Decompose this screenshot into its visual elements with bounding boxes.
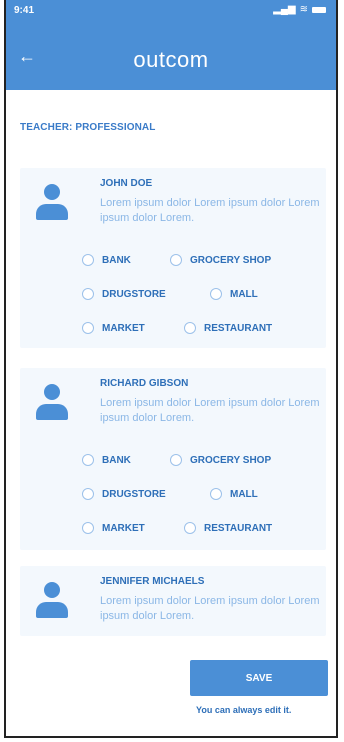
phone-screen: 9:41 ▂▄▆ ≋ ← outcom TEACHER: PROFESSIONA…: [4, 0, 338, 738]
option-market[interactable]: MARKET: [82, 522, 145, 534]
option-label: DRUGSTORE: [102, 488, 166, 500]
radio-icon[interactable]: [82, 454, 94, 466]
option-label: MARKET: [102, 322, 145, 334]
option-mall[interactable]: MALL: [210, 288, 258, 300]
option-market[interactable]: MARKET: [82, 322, 145, 334]
radio-icon[interactable]: [184, 522, 196, 534]
student-card: RICHARD GIBSON Lorem ipsum dolor Lorem i…: [20, 368, 326, 550]
radio-icon[interactable]: [210, 288, 222, 300]
option-drugstore[interactable]: DRUGSTORE: [82, 288, 166, 300]
section-label: TEACHER: PROFESSIONAL: [20, 122, 156, 133]
student-description: Lorem ipsum dolor Lorem ipsum dolor Lore…: [100, 197, 320, 224]
radio-icon[interactable]: [170, 254, 182, 266]
signal-icon: ▂▄▆: [273, 4, 296, 15]
user-avatar-icon: [36, 184, 68, 228]
option-label: GROCERY SHOP: [190, 254, 272, 266]
wifi-icon: ≋: [299, 4, 308, 15]
radio-icon[interactable]: [82, 322, 94, 334]
option-restaurant[interactable]: RESTAURANT: [184, 522, 272, 534]
status-time: 9:41: [14, 5, 35, 16]
option-bank[interactable]: BANK: [82, 454, 131, 466]
student-name: JENNIFER MICHAELS: [100, 576, 205, 587]
app-bar: 9:41 ▂▄▆ ≋ ← outcom: [6, 0, 336, 90]
student-description: Lorem ipsum dolor Lorem ipsum dolor Lore…: [100, 397, 320, 424]
option-label: GROCERY SHOP: [190, 454, 272, 466]
option-label: DRUGSTORE: [102, 288, 166, 300]
radio-icon[interactable]: [170, 454, 182, 466]
option-restaurant[interactable]: RESTAURANT: [184, 322, 272, 334]
user-avatar-icon: [36, 582, 68, 626]
battery-icon: [312, 6, 326, 13]
user-avatar-icon: [36, 384, 68, 428]
option-label: MALL: [230, 488, 258, 500]
student-card: JOHN DOE Lorem ipsum dolor Lorem ipsum d…: [20, 168, 326, 348]
option-label: RESTAURANT: [204, 322, 273, 334]
student-description: Lorem ipsum dolor Lorem ipsum dolor Lore…: [100, 595, 320, 622]
option-label: BANK: [102, 254, 131, 266]
page-title: outcom: [133, 47, 209, 72]
status-icons: ▂▄▆ ≋: [273, 4, 326, 15]
option-mall[interactable]: MALL: [210, 488, 258, 500]
option-drugstore[interactable]: DRUGSTORE: [82, 488, 166, 500]
student-card: JENNIFER MICHAELS Lorem ipsum dolor Lore…: [20, 566, 326, 636]
option-label: MALL: [230, 288, 258, 300]
option-grocery-shop[interactable]: GROCERY SHOP: [170, 254, 271, 266]
radio-icon[interactable]: [210, 488, 222, 500]
radio-icon[interactable]: [184, 322, 196, 334]
radio-icon[interactable]: [82, 522, 94, 534]
option-label: MARKET: [102, 522, 145, 534]
option-bank[interactable]: BANK: [82, 254, 131, 266]
student-name: RICHARD GIBSON: [100, 378, 189, 389]
option-label: RESTAURANT: [204, 522, 273, 534]
student-name: JOHN DOE: [100, 178, 153, 189]
radio-icon[interactable]: [82, 254, 94, 266]
radio-icon[interactable]: [82, 288, 94, 300]
option-label: BANK: [102, 454, 131, 466]
edit-hint: You can always edit it.: [196, 705, 292, 715]
radio-icon[interactable]: [82, 488, 94, 500]
save-button[interactable]: SAVE: [190, 660, 328, 696]
option-grocery-shop[interactable]: GROCERY SHOP: [170, 454, 271, 466]
